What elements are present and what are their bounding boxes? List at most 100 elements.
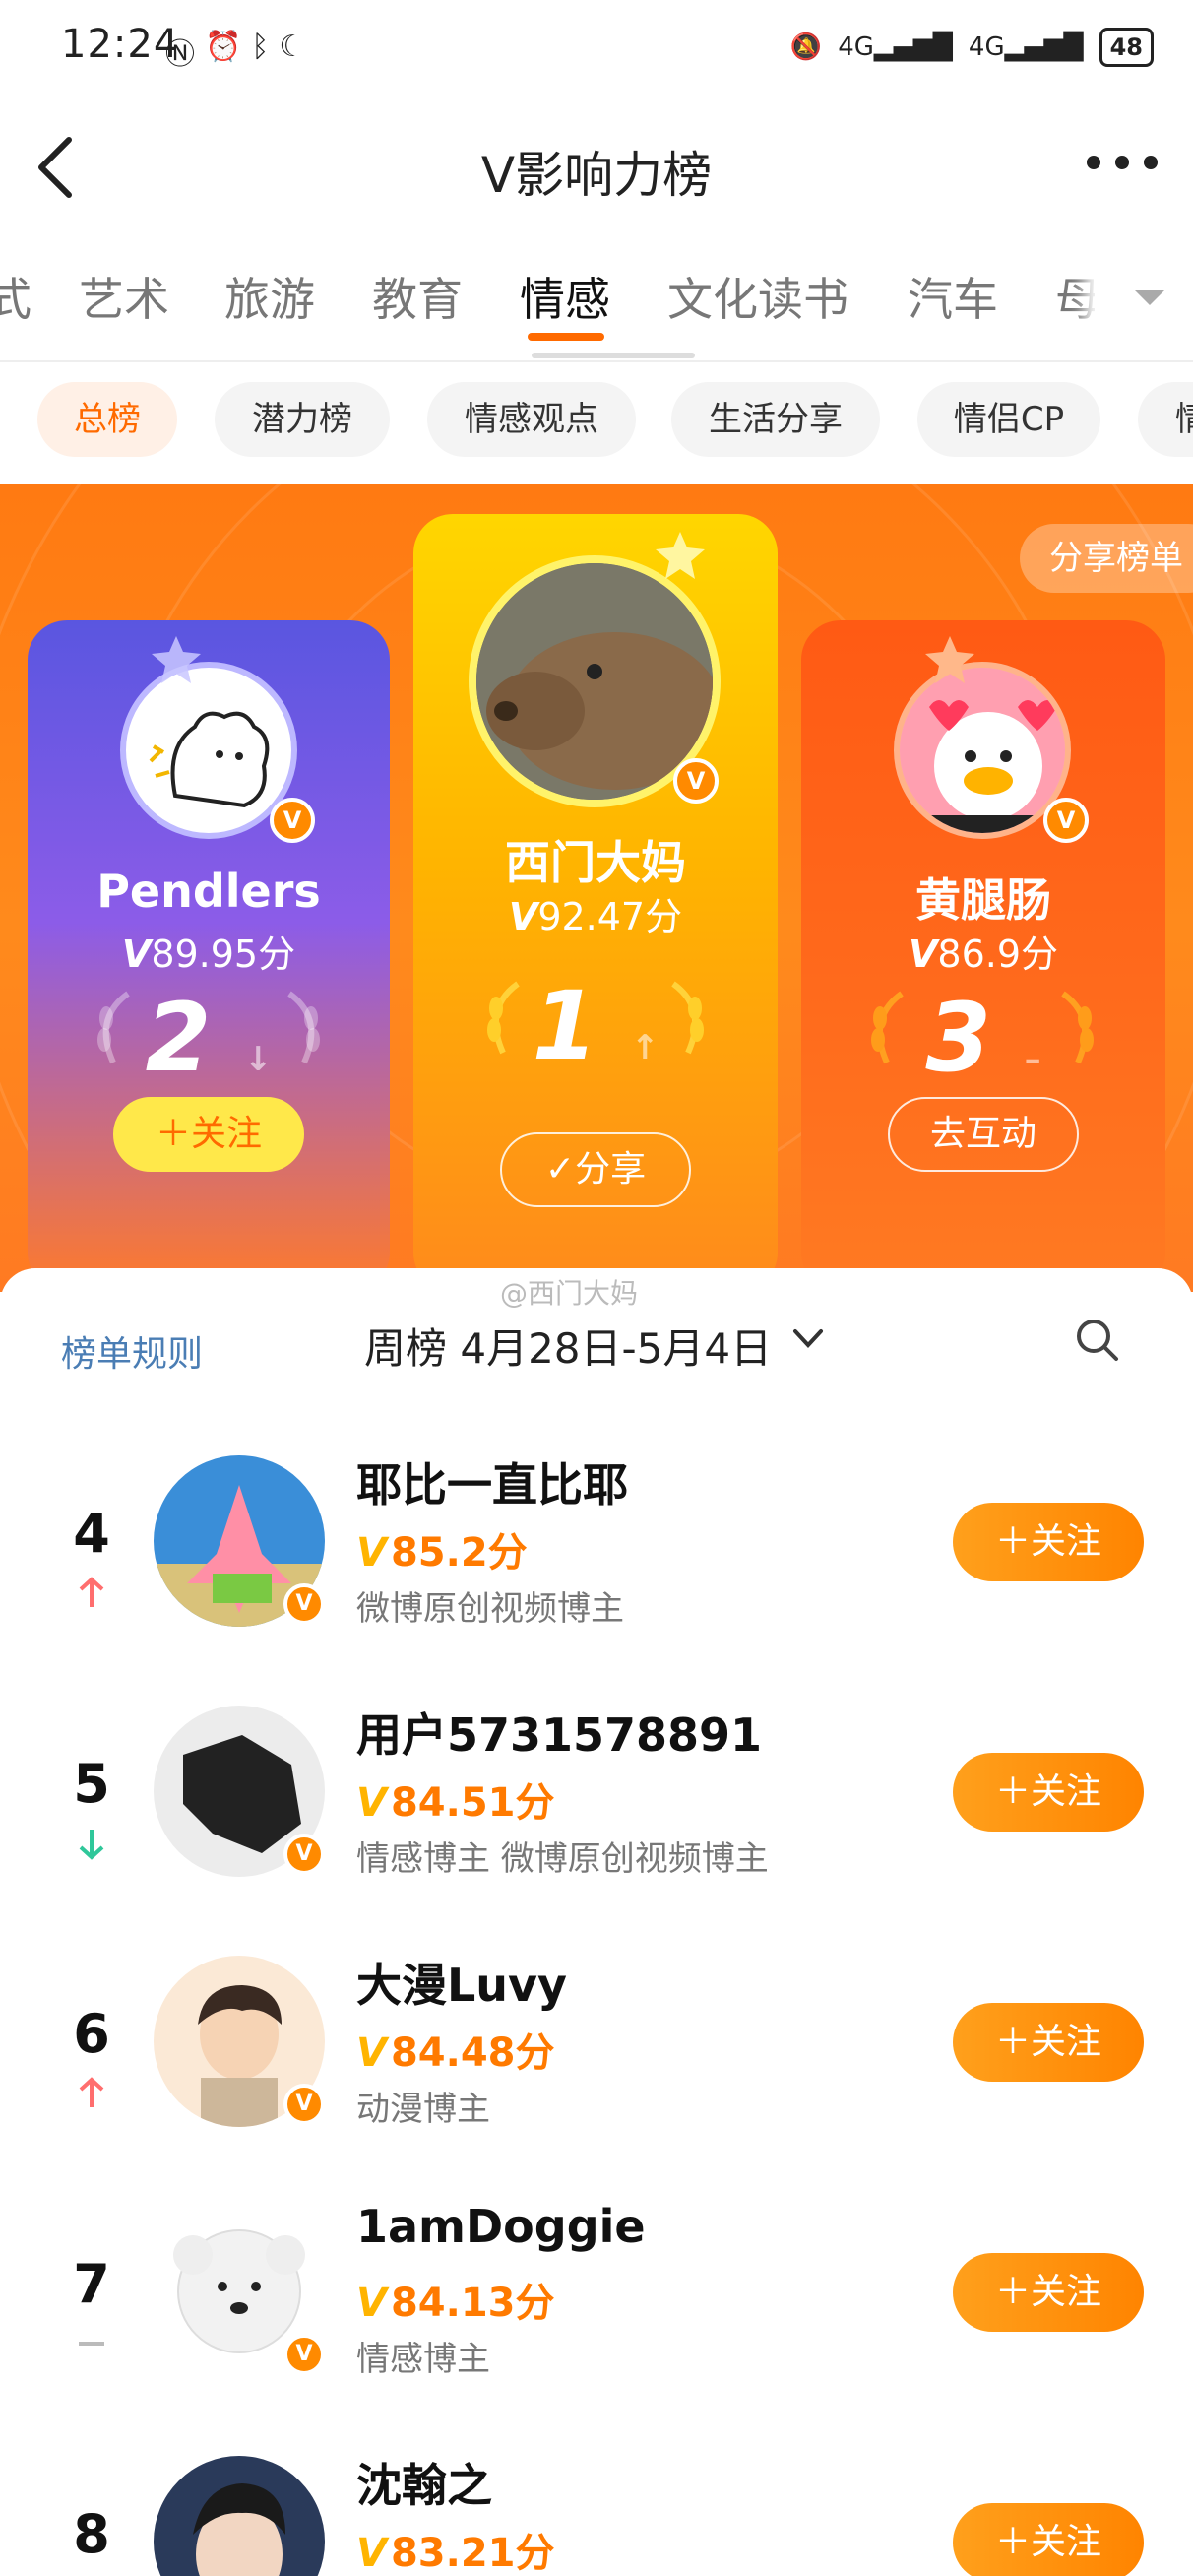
row-description: 动漫博主 — [356, 2090, 490, 2129]
ranking-row[interactable]: 4 V 耶比一直比耶 V 85.2分 微博原创视频博主 ＋关注 — [0, 1426, 1193, 1676]
trend-up-icon — [79, 1577, 104, 1607]
follow-button[interactable]: ＋关注 — [953, 1753, 1144, 1832]
podium-rank: 2 ↓ — [145, 983, 273, 1093]
tab-travel[interactable]: 旅游 — [224, 264, 315, 329]
chip-emotion-views[interactable]: 情感观点 — [427, 382, 636, 457]
podium-hero: 分享榜单 V Pendlers V89.95分 2 ↓ ＋关注 V 西门大妈 V… — [0, 484, 1193, 1292]
ranking-row[interactable]: 6 V 大漫Luvy V 84.48分 动漫博主 ＋关注 — [0, 1926, 1193, 2176]
podium-name: 黄腿肠 — [915, 873, 1051, 927]
tab-auto[interactable]: 汽车 — [908, 264, 998, 329]
row-score: V 84.48分 — [356, 2030, 555, 2076]
tab-emotion[interactable]: 情感 — [520, 264, 610, 329]
tab-fashion[interactable]: 式 — [0, 264, 31, 329]
podium-card-rank-2[interactable]: V Pendlers V89.95分 2 ↓ ＋关注 — [28, 620, 390, 1292]
ranking-rules-link[interactable]: 榜单规则 — [61, 1325, 203, 1377]
podium-name: Pendlers — [96, 865, 321, 918]
chip-overall[interactable]: 总榜 — [37, 382, 177, 457]
chip-potential[interactable]: 潜力榜 — [215, 382, 390, 457]
trend-same-icon — [79, 2342, 104, 2346]
row-rank: 4 — [73, 1503, 110, 1565]
row-rank: 6 — [73, 2003, 110, 2065]
interact-button[interactable]: 去互动 — [888, 1097, 1079, 1172]
verified-badge-icon: V — [283, 1583, 325, 1625]
status-right-icons: 🔕 4G▂▄▆█ 4G▂▄▆█ 48 — [790, 28, 1154, 67]
share-ranking-button[interactable]: 分享榜单 — [1020, 524, 1193, 593]
row-score: V 84.51分 — [356, 1780, 555, 1826]
row-name[interactable]: 大漫Luvy — [356, 1950, 567, 2015]
chip-life-sharing[interactable]: 生活分享 — [671, 382, 880, 457]
page-title: V影响力榜 — [480, 147, 713, 204]
mute-icon: 🔕 — [789, 32, 823, 62]
row-name[interactable]: 耶比一直比耶 — [356, 1449, 628, 1514]
row-score: V 84.13分 — [356, 2281, 555, 2326]
verified-badge-icon: V — [283, 2084, 325, 2125]
podium-name: 西门大妈 — [505, 836, 686, 889]
ranking-row[interactable]: 5 V 用户5731578891 V 84.51分 情感博主 微博原创视频博主 ＋… — [0, 1676, 1193, 1926]
chip-couple-cp[interactable]: 情侣CP — [917, 382, 1100, 457]
follow-button[interactable]: ＋关注 — [953, 2003, 1144, 2082]
ranking-row[interactable]: 8 沈翰之 V 83.21分 ＋关注 — [0, 2426, 1193, 2576]
row-rank: 5 — [73, 1753, 110, 1815]
laurel-right-icon — [671, 981, 704, 1055]
avatar[interactable] — [154, 2456, 325, 2576]
row-description: 情感博主 微博原创视频博主 — [356, 1839, 769, 1879]
tab-scrollbar — [532, 353, 695, 358]
status-time: 12:24 — [61, 22, 180, 67]
title-bar: V影响力榜 — [0, 98, 1193, 236]
tab-education[interactable]: 教育 — [372, 264, 463, 329]
alarm-icon: ⏰ — [205, 30, 242, 64]
portrait-avatar-icon — [154, 2456, 325, 2576]
status-bar: 12:24 Ⓝ ⏰ ᛒ ☾ 🔕 4G▂▄▆█ 4G▂▄▆█ 48 — [0, 0, 1193, 98]
share-button[interactable]: ✓分享 — [500, 1132, 691, 1207]
crown-icon — [656, 532, 705, 579]
expand-categories-icon[interactable] — [1134, 290, 1165, 305]
verified-badge-icon: V — [283, 2334, 325, 2375]
period-selector[interactable]: 周榜 4月28日-5月4日 — [364, 1316, 772, 1376]
row-name[interactable]: 用户5731578891 — [356, 1700, 762, 1765]
follow-button[interactable]: ＋关注 — [953, 1503, 1144, 1581]
4g-signal-icon: 4G▂▄▆█ — [838, 32, 953, 62]
podium-rank: 3 – — [925, 983, 1041, 1093]
verified-badge-icon: V — [283, 1834, 325, 1875]
podium-rank: 1 ↑ — [532, 971, 659, 1081]
category-tabs: 式 艺术 旅游 教育 情感 文化读书 汽车 母 — [0, 236, 1193, 362]
verified-badge-icon: V — [270, 798, 315, 843]
laurel-right-icon — [1061, 991, 1094, 1064]
verified-badge-icon: V — [1043, 798, 1089, 843]
ranking-list-panel: @西门大妈 榜单规则 周榜 4月28日-5月4日 4 V 耶比一直比耶 V 85.… — [0, 1268, 1193, 2576]
tab-culture-reading[interactable]: 文化读书 — [667, 264, 848, 329]
more-icon[interactable] — [1087, 156, 1158, 175]
active-tab-indicator — [528, 333, 604, 341]
row-description: 情感博主 — [356, 2340, 490, 2379]
row-score: V 83.21分 — [356, 2531, 555, 2576]
podium-card-rank-1[interactable]: V 西门大妈 V92.47分 1 ↑ ✓分享 — [413, 514, 778, 1292]
row-description: 微博原创视频博主 — [356, 1589, 624, 1629]
row-rank: 7 — [73, 2253, 110, 2315]
podium-card-rank-3[interactable]: V 黄腿肠 V86.9分 3 – 去互动 — [801, 620, 1165, 1292]
podium-score: V86.9分 — [908, 933, 1059, 976]
trend-down-icon — [79, 1830, 104, 1860]
moon-icon: ☾ — [279, 30, 306, 64]
trend-up-icon — [79, 2077, 104, 2107]
ranking-row[interactable]: 7 V 1amDoggie V 84.13分 情感博主 ＋关注 — [0, 2176, 1193, 2426]
sub-tabs: 总榜 潜力榜 情感观点 生活分享 情侣CP 情 — [0, 364, 1193, 483]
crown-icon — [152, 636, 201, 683]
follow-button[interactable]: ＋关注 — [953, 2503, 1144, 2576]
laurel-right-icon — [287, 991, 320, 1064]
row-score: V 85.2分 — [356, 1530, 528, 1576]
4g-signal-icon: 4G▂▄▆█ — [968, 32, 1084, 62]
verified-badge-icon: V — [673, 758, 719, 804]
row-name[interactable]: 1amDoggie — [356, 2200, 646, 2253]
watermark: @西门大妈 — [500, 1277, 639, 1310]
search-icon[interactable] — [1073, 1316, 1122, 1365]
status-left-icons: Ⓝ ⏰ ᛒ ☾ — [165, 30, 305, 73]
row-name[interactable]: 沈翰之 — [356, 2450, 492, 2515]
battery-icon: 48 — [1099, 28, 1154, 67]
bluetooth-icon: ᛒ — [251, 30, 270, 64]
chevron-down-icon[interactable] — [791, 1325, 825, 1351]
follow-button[interactable]: ＋关注 — [113, 1097, 304, 1172]
nfc-icon: Ⓝ — [165, 37, 195, 72]
chip-more[interactable]: 情 — [1138, 382, 1193, 457]
follow-button[interactable]: ＋关注 — [953, 2253, 1144, 2332]
tab-art[interactable]: 艺术 — [79, 264, 169, 329]
